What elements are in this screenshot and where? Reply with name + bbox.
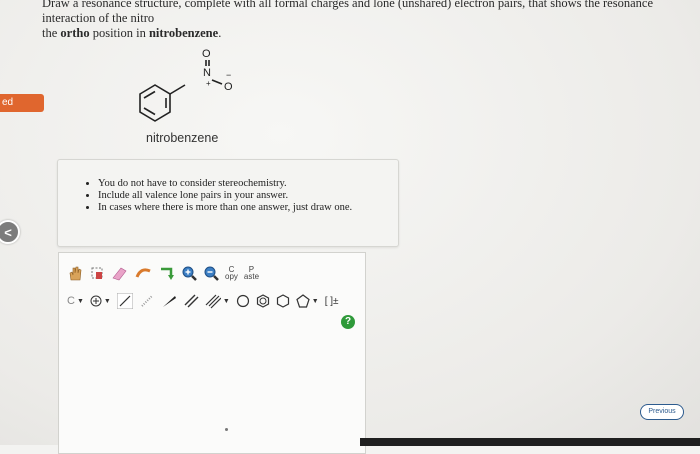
instruction-item: You do not have to consider stereochemis… [98,178,398,190]
ring-cyclohexane-icon[interactable] [276,294,290,308]
question-term-ortho: ortho [60,26,90,40]
side-tab-label: ed [2,97,14,108]
bracket-charge-button[interactable]: [ ]± [325,296,339,307]
ring-cyclopentane-icon[interactable] [296,294,310,308]
ring-benzene-icon[interactable] [256,294,270,308]
previous-label: Previous [648,408,676,415]
chevron-down-icon[interactable]: ▼ [312,297,319,305]
instructions-box: You do not have to consider stereochemis… [57,159,399,247]
single-bond-icon[interactable] [116,293,133,309]
atom-n: N [203,67,211,79]
copy-button[interactable]: Copy [225,266,238,281]
wedge-bond-icon[interactable] [161,293,177,309]
toolbar-row-2: C ▼ ▼ ▼ ▼ [ ]± [67,290,345,312]
paste-button[interactable]: Paste [243,266,260,281]
ring-cyclopropane-icon[interactable] [236,294,250,308]
curved-arrow-icon[interactable] [135,265,153,281]
side-tab[interactable]: ed [0,94,44,112]
positive-charge: + [206,79,211,88]
chevron-down-icon[interactable]: ▼ [77,297,84,305]
chevron-down-icon[interactable]: ▼ [104,297,111,305]
question-line-2-prefix: the [42,26,61,40]
molecule-name: nitrobenzene [146,131,219,145]
paste-label-bottom: aste [243,272,260,281]
hand-tool-icon[interactable] [67,265,83,281]
drawing-editor[interactable]: Copy Paste C ▼ ▼ ▼ ▼ [ ]± ? [58,252,366,454]
c-n-bond [169,84,186,95]
eraser-icon[interactable] [111,265,129,281]
zoom-out-icon[interactable] [203,265,219,281]
hashed-bond-icon[interactable] [139,293,155,309]
rotate-arrow-icon[interactable] [159,265,175,281]
lasso-tool-icon[interactable] [89,265,105,281]
canvas-cursor-dot [225,428,228,431]
zoom-in-icon[interactable] [181,265,197,281]
negative-charge: − [226,70,231,80]
chevron-down-icon[interactable]: ▼ [223,297,230,305]
triple-bond-icon[interactable] [205,293,221,309]
previous-button[interactable]: Previous [640,404,684,420]
instruction-item: Include all valence lone pairs in your a… [98,190,398,202]
help-button[interactable]: ? [341,315,355,329]
question-line-1: Draw a resonance structure, complete wit… [42,0,653,25]
instruction-item: In cases where there is more than one an… [98,202,398,214]
atom-o-top: O [202,48,211,60]
chevron-left-icon: < [4,224,12,240]
toolbar-row-1: Copy Paste [67,262,265,284]
atom-o-right: O [224,81,233,93]
question-text: Draw a resonance structure, complete wit… [42,0,700,41]
copy-label-bottom: opy [225,272,238,281]
charge-plus-icon[interactable] [90,295,102,307]
double-bond-icon[interactable] [183,293,199,309]
atom-carbon-button[interactable]: C [67,295,75,307]
nitrobenzene-structure: O N + O − [139,48,233,122]
